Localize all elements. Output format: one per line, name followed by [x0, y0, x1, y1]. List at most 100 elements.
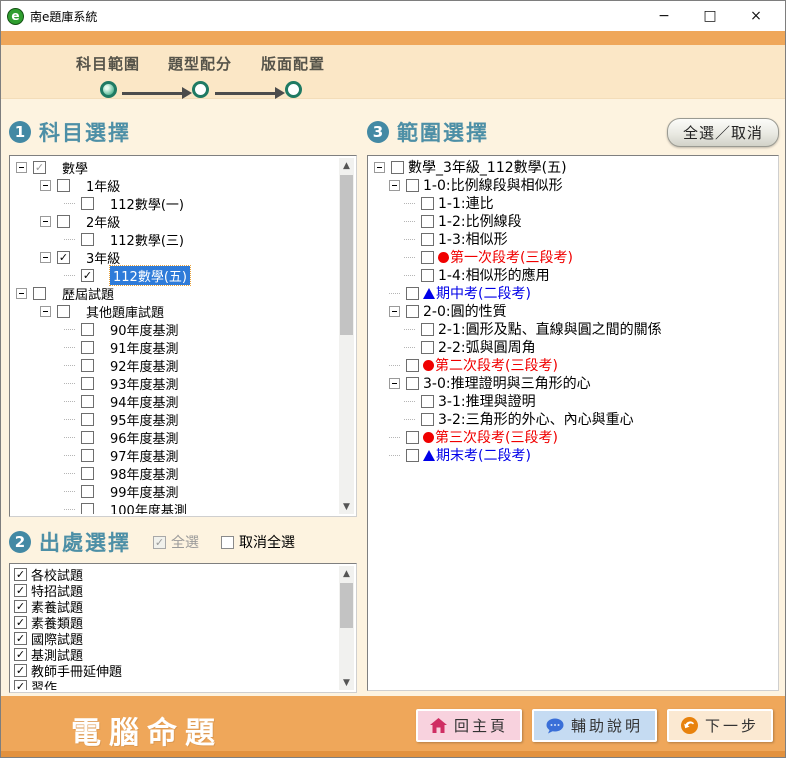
tree-node-label[interactable]: 1-0:比例線段與相似形: [423, 175, 563, 195]
tree-checkbox[interactable]: [406, 431, 419, 444]
source-checkbox[interactable]: ✓: [14, 664, 27, 677]
tree-node-label[interactable]: 95年度基測: [110, 410, 179, 429]
tree-checkbox[interactable]: [81, 449, 94, 462]
source-item-label[interactable]: 習作: [31, 677, 57, 691]
tree-checkbox[interactable]: [57, 179, 70, 192]
checkbox-icon[interactable]: ✓: [153, 536, 166, 549]
tree-node-label[interactable]: 91年度基測: [110, 338, 179, 357]
tree-checkbox[interactable]: [421, 233, 434, 246]
tree-node-label[interactable]: 1-1:連比: [438, 193, 494, 213]
tree-node-label[interactable]: 3-2:三角形的外心、內心與重心: [438, 409, 634, 429]
tree-node-label[interactable]: 2年級: [86, 212, 120, 231]
home-button[interactable]: 回主頁: [416, 709, 522, 742]
source-checkbox[interactable]: ✓: [14, 568, 27, 581]
tree-node-label[interactable]: 3年級: [86, 248, 120, 267]
tree-checkbox[interactable]: ✓: [33, 161, 46, 174]
tree-node-label[interactable]: 第二次段考(三段考): [435, 355, 558, 375]
tree-node-label[interactable]: 第三次段考(三段考): [435, 427, 558, 447]
tree-node-label[interactable]: 97年度基測: [110, 446, 179, 465]
tree-checkbox[interactable]: ✓: [81, 269, 94, 282]
maximize-button[interactable]: □: [687, 2, 733, 30]
tree-node-label[interactable]: 3-1:推理與證明: [438, 391, 536, 411]
scroll-up-icon[interactable]: ▲: [339, 566, 354, 581]
collapse-minus-icon[interactable]: [389, 180, 400, 191]
source-checkbox[interactable]: ✓: [14, 600, 27, 613]
tree-checkbox[interactable]: [33, 287, 46, 300]
tree-node-label[interactable]: 98年度基測: [110, 464, 179, 483]
minimize-button[interactable]: −: [641, 2, 687, 30]
tree-node-label[interactable]: 2-0:圓的性質: [423, 301, 507, 321]
tree-node-label[interactable]: 112數學(一): [110, 194, 184, 213]
tree-checkbox[interactable]: [391, 161, 404, 174]
tree-checkbox[interactable]: [406, 287, 419, 300]
tree-node-label[interactable]: 93年度基測: [110, 374, 179, 393]
tree-checkbox[interactable]: [421, 323, 434, 336]
tree-node-label[interactable]: 其他題庫試題: [86, 302, 164, 321]
tree-node-label[interactable]: 1-2:比例線段: [438, 211, 522, 231]
tree-node-label[interactable]: 2-2:弧與圓周角: [438, 337, 536, 357]
tree-checkbox[interactable]: [421, 341, 434, 354]
tree-checkbox[interactable]: [406, 377, 419, 390]
tree-checkbox[interactable]: [406, 449, 419, 462]
tree-checkbox[interactable]: [421, 215, 434, 228]
tree-node-label[interactable]: 96年度基測: [110, 428, 179, 447]
tree-checkbox[interactable]: [421, 251, 434, 264]
scroll-up-icon[interactable]: ▲: [339, 158, 354, 173]
close-button[interactable]: ×: [733, 2, 779, 30]
checkbox-icon[interactable]: [221, 536, 234, 549]
tree-checkbox[interactable]: [406, 359, 419, 372]
collapse-minus-icon[interactable]: [40, 216, 51, 227]
tree-checkbox[interactable]: [57, 215, 70, 228]
tree-checkbox[interactable]: [81, 413, 94, 426]
collapse-minus-icon[interactable]: [389, 306, 400, 317]
tree-checkbox[interactable]: [81, 503, 94, 515]
select-all-checkbox[interactable]: ✓ 全選: [153, 532, 199, 552]
source-list-scrollbar[interactable]: ▲ ▼: [339, 566, 354, 690]
tree-node-label[interactable]: 數學: [62, 158, 88, 177]
tree-checkbox[interactable]: [81, 341, 94, 354]
tree-checkbox[interactable]: [421, 197, 434, 210]
tree-checkbox[interactable]: [406, 305, 419, 318]
tree-checkbox[interactable]: [81, 359, 94, 372]
scrollbar-thumb[interactable]: [340, 175, 353, 335]
tree-node-label[interactable]: 2-1:圓形及點、直線與圓之間的關係: [438, 319, 662, 339]
next-step-button[interactable]: 下一步: [667, 709, 773, 742]
tree-node-label[interactable]: 92年度基測: [110, 356, 179, 375]
tree-node-label[interactable]: 期末考(二段考): [436, 445, 531, 465]
source-checkbox[interactable]: ✓: [14, 680, 27, 691]
tree-checkbox[interactable]: [421, 395, 434, 408]
tree-node-label[interactable]: 期中考(二段考): [436, 283, 531, 303]
tree-checkbox[interactable]: [421, 269, 434, 282]
collapse-minus-icon[interactable]: [16, 288, 27, 299]
tree-checkbox[interactable]: ✓: [57, 251, 70, 264]
tree-checkbox[interactable]: [81, 431, 94, 444]
deselect-all-checkbox[interactable]: 取消全選: [221, 532, 295, 552]
collapse-minus-icon[interactable]: [374, 162, 385, 173]
tree-node-label[interactable]: 112數學(三): [110, 230, 184, 249]
scrollbar-thumb[interactable]: [340, 583, 353, 628]
help-button[interactable]: 輔助說明: [532, 709, 657, 742]
collapse-minus-icon[interactable]: [389, 378, 400, 389]
tree-checkbox[interactable]: [81, 197, 94, 210]
tree-node-label[interactable]: 歷屆試題: [62, 284, 114, 303]
tree-node-label[interactable]: 1-4:相似形的應用: [438, 265, 550, 285]
source-checkbox[interactable]: ✓: [14, 632, 27, 645]
tree-node-label[interactable]: 第一次段考(三段考): [450, 247, 573, 267]
source-checkbox[interactable]: ✓: [14, 648, 27, 661]
tree-checkbox[interactable]: [81, 233, 94, 246]
tree-checkbox[interactable]: [81, 323, 94, 336]
scroll-down-icon[interactable]: ▼: [339, 499, 354, 514]
tree-checkbox[interactable]: [81, 485, 94, 498]
tree-checkbox[interactable]: [406, 179, 419, 192]
tree-node-label[interactable]: 100年度基測: [110, 500, 187, 515]
collapse-minus-icon[interactable]: [40, 252, 51, 263]
scroll-down-icon[interactable]: ▼: [339, 675, 354, 690]
collapse-minus-icon[interactable]: [16, 162, 27, 173]
select-toggle-button[interactable]: 全選／取消: [667, 118, 779, 147]
tree-node-label[interactable]: 94年度基測: [110, 392, 179, 411]
tree-checkbox[interactable]: [81, 395, 94, 408]
subject-tree-scrollbar[interactable]: ▲ ▼: [339, 158, 354, 514]
tree-node-label[interactable]: 1年級: [86, 176, 120, 195]
tree-checkbox[interactable]: [421, 413, 434, 426]
source-checkbox[interactable]: ✓: [14, 584, 27, 597]
